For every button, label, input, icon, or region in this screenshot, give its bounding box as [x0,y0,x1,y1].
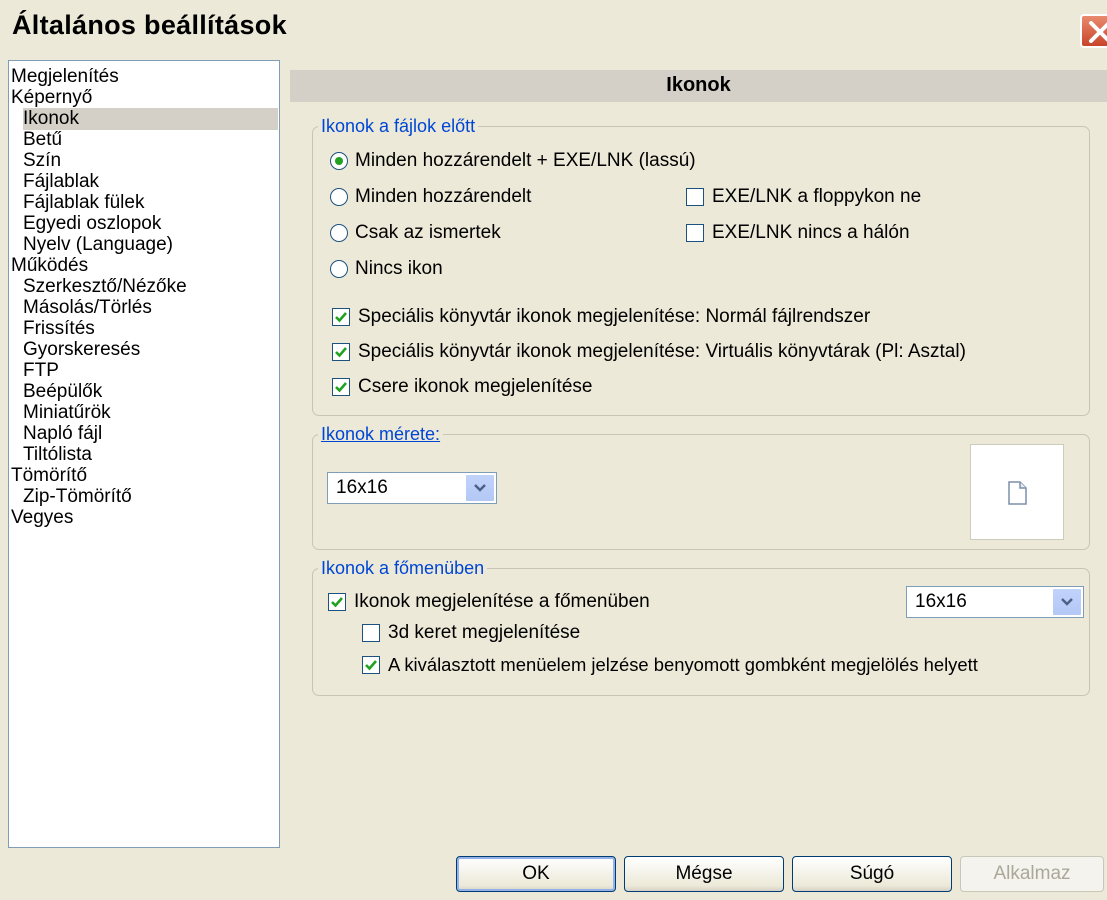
radio-all-assigned[interactable] [330,188,348,206]
category-tree[interactable]: Megjelenítés Képernyő Ikonok Betű Szín F… [8,60,280,848]
radio-all-assigned-exe[interactable] [330,152,348,170]
icon-size-dropdown-button[interactable] [465,474,495,502]
check-exe-network-label[interactable]: EXE/LNK nincs a hálón [712,221,910,245]
radio-no-icon[interactable] [330,260,348,278]
tree-item-zip-tomorito[interactable]: Zip-Tömörítő [23,486,132,508]
checkmark-icon [331,597,343,608]
tree-item-masolas[interactable]: Másolás/Törlés [23,297,152,319]
panel-title: Ikonok [666,74,731,96]
tree-item-szin[interactable]: Szín [23,150,61,172]
check-special-normal[interactable] [332,308,350,326]
tree-item-ftp[interactable]: FTP [23,360,59,382]
tree-item-szerkeszto[interactable]: Szerkesztő/Nézőke [23,276,187,298]
tree-item-megjelenites[interactable]: Megjelenítés [11,66,119,88]
close-icon [1089,21,1107,43]
menu-icon-size-dropdown-button[interactable] [1052,588,1082,616]
cancel-button[interactable]: Mégse [624,856,784,892]
tree-item-fajlablak-fulek[interactable]: Fájlablak fülek [23,192,144,214]
check-replace-icons[interactable] [332,378,350,396]
check-replace-icons-label[interactable]: Csere ikonok megjelenítése [358,375,592,399]
checkmark-icon [335,382,347,393]
tree-item-kepernyo[interactable]: Képernyő [11,87,92,109]
chevron-down-icon [1061,598,1073,606]
menu-icon-size-select[interactable]: 16x16 [906,586,1084,618]
radio-all-assigned-label[interactable]: Minden hozzárendelt [355,185,531,209]
radio-all-assigned-exe-label[interactable]: Minden hozzárendelt + EXE/LNK (lassú) [355,149,696,173]
check-show-menu-icons-label[interactable]: Ikonok megjelenítése a főmenüben [354,590,650,614]
chevron-down-icon [474,484,486,492]
tree-item-mukodes[interactable]: Működés [11,255,88,277]
check-show-menu-icons[interactable] [328,593,346,611]
tree-item-nyelv[interactable]: Nyelv (Language) [23,234,173,256]
radio-known-only[interactable] [330,224,348,242]
checkmark-icon [335,347,347,358]
help-button[interactable]: Súgó [792,856,952,892]
icon-preview-box [970,444,1064,540]
tree-item-miniaturok[interactable]: Miniatűrök [23,402,111,424]
check-special-virtual-label[interactable]: Speciális könyvtár ikonok megjelenítése:… [358,340,966,364]
window-title: Általános beállítások [12,10,287,40]
group-menu-legend: Ikonok a főmenüben [318,558,488,578]
check-exe-floppy[interactable] [686,188,704,206]
check-3d-frame[interactable] [362,624,380,642]
checkmark-icon [365,660,377,671]
radio-no-icon-label[interactable]: Nincs ikon [355,257,443,281]
apply-button[interactable]: Alkalmaz [960,856,1104,892]
tree-item-frissites[interactable]: Frissítés [23,318,95,340]
check-exe-network[interactable] [686,224,704,242]
tree-item-ikonok[interactable]: Ikonok [23,108,278,130]
ok-button[interactable]: OK [456,856,616,892]
document-icon [1008,481,1027,505]
icon-size-select[interactable]: 16x16 [327,472,497,504]
tree-item-betu[interactable]: Betű [23,129,62,151]
check-pressed-button[interactable] [362,656,380,674]
menu-icon-size-value: 16x16 [915,591,967,612]
group-size-legend: Ikonok mérete: [318,424,444,444]
tree-item-naplo[interactable]: Napló fájl [23,423,102,445]
close-button[interactable] [1080,14,1107,48]
check-exe-floppy-label[interactable]: EXE/LNK a floppykon ne [712,185,921,209]
tree-item-tomorito[interactable]: Tömörítő [11,465,87,487]
check-3d-frame-label[interactable]: 3d keret megjelenítése [388,621,580,645]
panel-header: Ikonok [290,70,1107,102]
icon-size-value: 16x16 [336,477,388,498]
tree-item-egyedi-oszlopok[interactable]: Egyedi oszlopok [23,213,161,235]
tree-item-beepulok[interactable]: Beépülők [23,381,102,403]
tree-item-tiltolista[interactable]: Tiltólista [23,444,92,466]
check-special-virtual[interactable] [332,343,350,361]
group-icons-legend: Ikonok a fájlok előtt [318,116,479,136]
check-special-normal-label[interactable]: Speciális könyvtár ikonok megjelenítése:… [358,305,870,329]
tree-item-vegyes[interactable]: Vegyes [11,507,73,529]
radio-known-only-label[interactable]: Csak az ismertek [355,221,501,245]
tree-item-fajlablak[interactable]: Fájlablak [23,171,99,193]
checkmark-icon [335,312,347,323]
tree-item-gyorskereses[interactable]: Gyorskeresés [23,339,140,361]
title-bar: Általános beállítások [0,0,1107,52]
check-pressed-button-label[interactable]: A kiválasztott menüelem jelzése benyomot… [388,653,978,677]
